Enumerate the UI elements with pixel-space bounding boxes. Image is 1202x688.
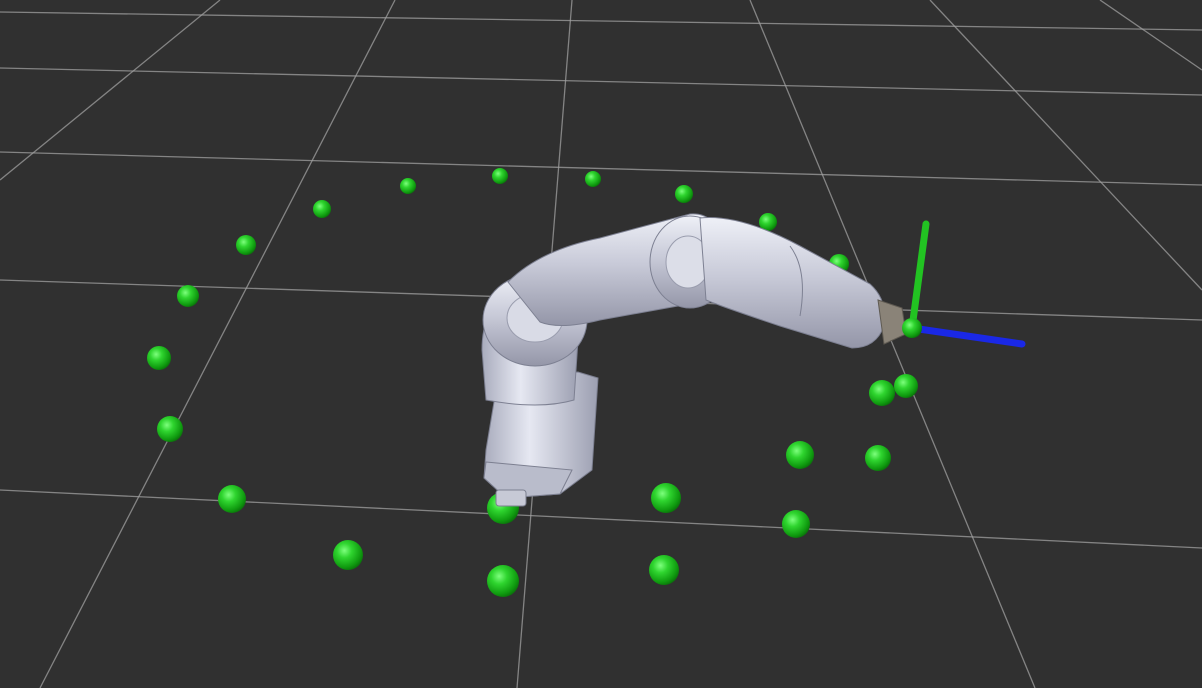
tf-axes bbox=[902, 220, 1026, 348]
target-sphere bbox=[177, 285, 199, 307]
target-sphere bbox=[487, 565, 519, 597]
target-sphere bbox=[786, 441, 814, 469]
target-sphere bbox=[649, 555, 679, 585]
target-sphere bbox=[585, 171, 601, 187]
target-sphere bbox=[894, 374, 918, 398]
target-sphere bbox=[147, 346, 171, 370]
target-sphere bbox=[865, 445, 891, 471]
target-sphere bbox=[157, 416, 183, 442]
target-sphere bbox=[400, 178, 416, 194]
3d-viewport[interactable] bbox=[0, 0, 1202, 688]
target-sphere bbox=[313, 200, 331, 218]
3d-scene[interactable] bbox=[0, 0, 1202, 688]
target-sphere bbox=[782, 510, 810, 538]
target-sphere bbox=[236, 235, 256, 255]
target-sphere bbox=[675, 185, 693, 203]
target-sphere bbox=[869, 380, 895, 406]
target-sphere bbox=[218, 485, 246, 513]
target-sphere bbox=[651, 483, 681, 513]
target-sphere bbox=[333, 540, 363, 570]
target-sphere bbox=[492, 168, 508, 184]
